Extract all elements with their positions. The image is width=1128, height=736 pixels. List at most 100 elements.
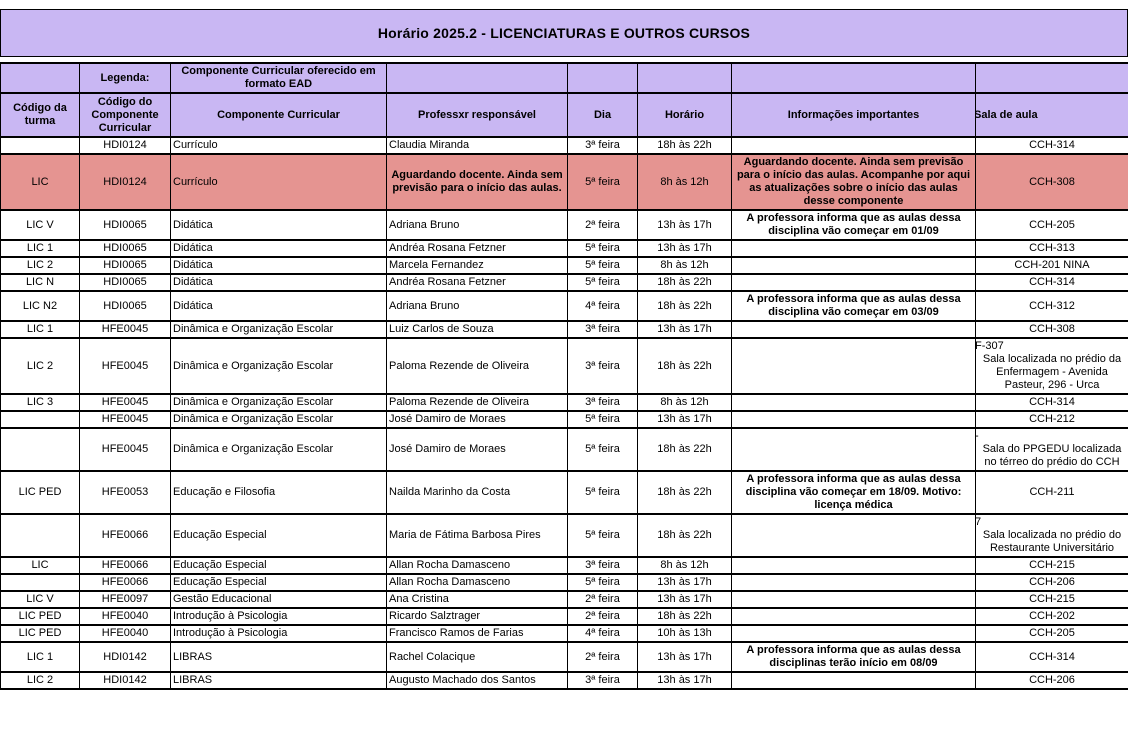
room-note: Sala localizada no prédio do Restaurante… [978,529,1126,555]
cell-codigo: HFE0045 [80,338,171,394]
cell-dia: 5ª feira [568,411,638,428]
table-row: LIC 2HDI0142LIBRASAugusto Machado dos Sa… [1,672,1128,689]
column-header-professor: Professxr responsável [387,93,568,137]
cell-dia: 3ª feira [568,394,638,411]
cell-codigo: HDI0065 [80,274,171,291]
cell-info: Aguardando docente. Ainda sem previsão p… [732,154,976,210]
room-note: Sala do PPGEDU localizada no térreo do p… [978,443,1126,469]
cell-dia: 5ª feira [568,257,638,274]
cell-info [732,137,976,154]
cell-professor: Augusto Machado dos Santos [387,672,568,689]
cell-turma [1,574,80,591]
cell-dia: 3ª feira [568,557,638,574]
cell-codigo: HDI0065 [80,257,171,274]
room-code: 7 [976,516,1127,529]
cell-info: A professora informa que as aulas dessa … [732,291,976,321]
table-row: LIC PEDHFE0040Introdução à PsicologiaRic… [1,608,1128,625]
table-row: LIC 1HFE0045Dinâmica e Organização Escol… [1,321,1128,338]
cell-sala: CCH-211 [976,471,1128,514]
cell-componente: LIBRAS [171,642,387,672]
cell-codigo: HFE0097 [80,591,171,608]
room-code: - [976,430,1127,443]
column-header-turma: Código da turma [1,93,80,137]
cell-turma: LIC [1,557,80,574]
cell-horario: 10h às 13h [638,625,732,642]
room-code: F-307 [976,340,1127,353]
cell-horario: 13h às 17h [638,210,732,240]
cell-professor: Marcela Fernandez [387,257,568,274]
cell-info [732,394,976,411]
cell-dia: 5ª feira [568,574,638,591]
cell-codigo: HFE0066 [80,574,171,591]
cell-professor: Paloma Rezende de Oliveira [387,338,568,394]
cell-horario: 18h às 22h [638,338,732,394]
cell-horario: 13h às 17h [638,574,732,591]
cell-componente: Dinâmica e Organização Escolar [171,428,387,471]
cell-info [732,274,976,291]
table-row: LIC PEDHFE0053Educação e FilosofiaNailda… [1,471,1128,514]
cell-info [732,591,976,608]
cell-horario: 18h às 22h [638,137,732,154]
cell-turma: LIC 2 [1,672,80,689]
cell-horario: 13h às 17h [638,591,732,608]
cell-codigo: HFE0053 [80,471,171,514]
table-row: LIC VHFE0097Gestão EducacionalAna Cristi… [1,591,1128,608]
cell-info [732,557,976,574]
cell-info: A professora informa que as aulas dessa … [732,210,976,240]
cell-sala: CCH-215 [976,591,1128,608]
cell-dia: 2ª feira [568,608,638,625]
cell-professor: Nailda Marinho da Costa [387,471,568,514]
legend-empty-cell [387,63,568,93]
table-row: LIC 1HDI0142LIBRASRachel Colacique2ª fei… [1,642,1128,672]
header-row: Código da turma Código do Componente Cur… [1,93,1128,137]
cell-codigo: HFE0040 [80,608,171,625]
cell-sala: CCH-312 [976,291,1128,321]
cell-info [732,514,976,557]
legend-empty-cell [568,63,638,93]
cell-professor: Adriana Bruno [387,210,568,240]
cell-turma: LIC 2 [1,338,80,394]
cell-turma: LIC N2 [1,291,80,321]
cell-componente: Introdução à Psicologia [171,608,387,625]
cell-horario: 13h às 17h [638,642,732,672]
cell-turma: LIC V [1,210,80,240]
cell-dia: 3ª feira [568,137,638,154]
cell-codigo: HDI0065 [80,240,171,257]
cell-professor: Andréa Rosana Fetzner [387,240,568,257]
cell-turma: LIC PED [1,471,80,514]
table-row: HDI0124CurrículoClaudia Miranda3ª feira1… [1,137,1128,154]
cell-sala: CCH-205 [976,210,1128,240]
cell-dia: 3ª feira [568,338,638,394]
schedule-table: Legenda: Componente Curricular oferecido… [0,62,1128,690]
column-header-componente: Componente Curricular [171,93,387,137]
cell-turma: LIC 2 [1,257,80,274]
cell-sala: CCH-308 [976,321,1128,338]
cell-horario: 13h às 17h [638,411,732,428]
cell-turma: LIC [1,154,80,210]
legend-empty-cell [638,63,732,93]
cell-professor: Claudia Miranda [387,137,568,154]
cell-componente: Educação Especial [171,557,387,574]
column-header-sala: Sala de aula [976,93,1128,137]
cell-turma: LIC PED [1,608,80,625]
cell-professor: Ricardo Salztrager [387,608,568,625]
cell-info [732,321,976,338]
cell-sala: CCH-206 [976,672,1128,689]
cell-info [732,672,976,689]
cell-professor: José Damiro de Moraes [387,411,568,428]
cell-info: A professora informa que as aulas dessa … [732,471,976,514]
cell-dia: 5ª feira [568,274,638,291]
page-title: Horário 2025.2 - LICENCIATURAS E OUTROS … [0,9,1128,57]
cell-horario: 18h às 22h [638,291,732,321]
cell-dia: 4ª feira [568,625,638,642]
cell-sala: F-307Sala localizada no prédio da Enferm… [976,338,1128,394]
cell-componente: Currículo [171,154,387,210]
cell-professor: José Damiro de Moraes [387,428,568,471]
cell-codigo: HDI0065 [80,291,171,321]
table-row: LIC 1HDI0065DidáticaAndréa Rosana Fetzne… [1,240,1128,257]
cell-info [732,411,976,428]
cell-professor: Andréa Rosana Fetzner [387,274,568,291]
cell-componente: Dinâmica e Organização Escolar [171,411,387,428]
cell-sala: CCH-212 [976,411,1128,428]
cell-sala: CCH-314 [976,274,1128,291]
